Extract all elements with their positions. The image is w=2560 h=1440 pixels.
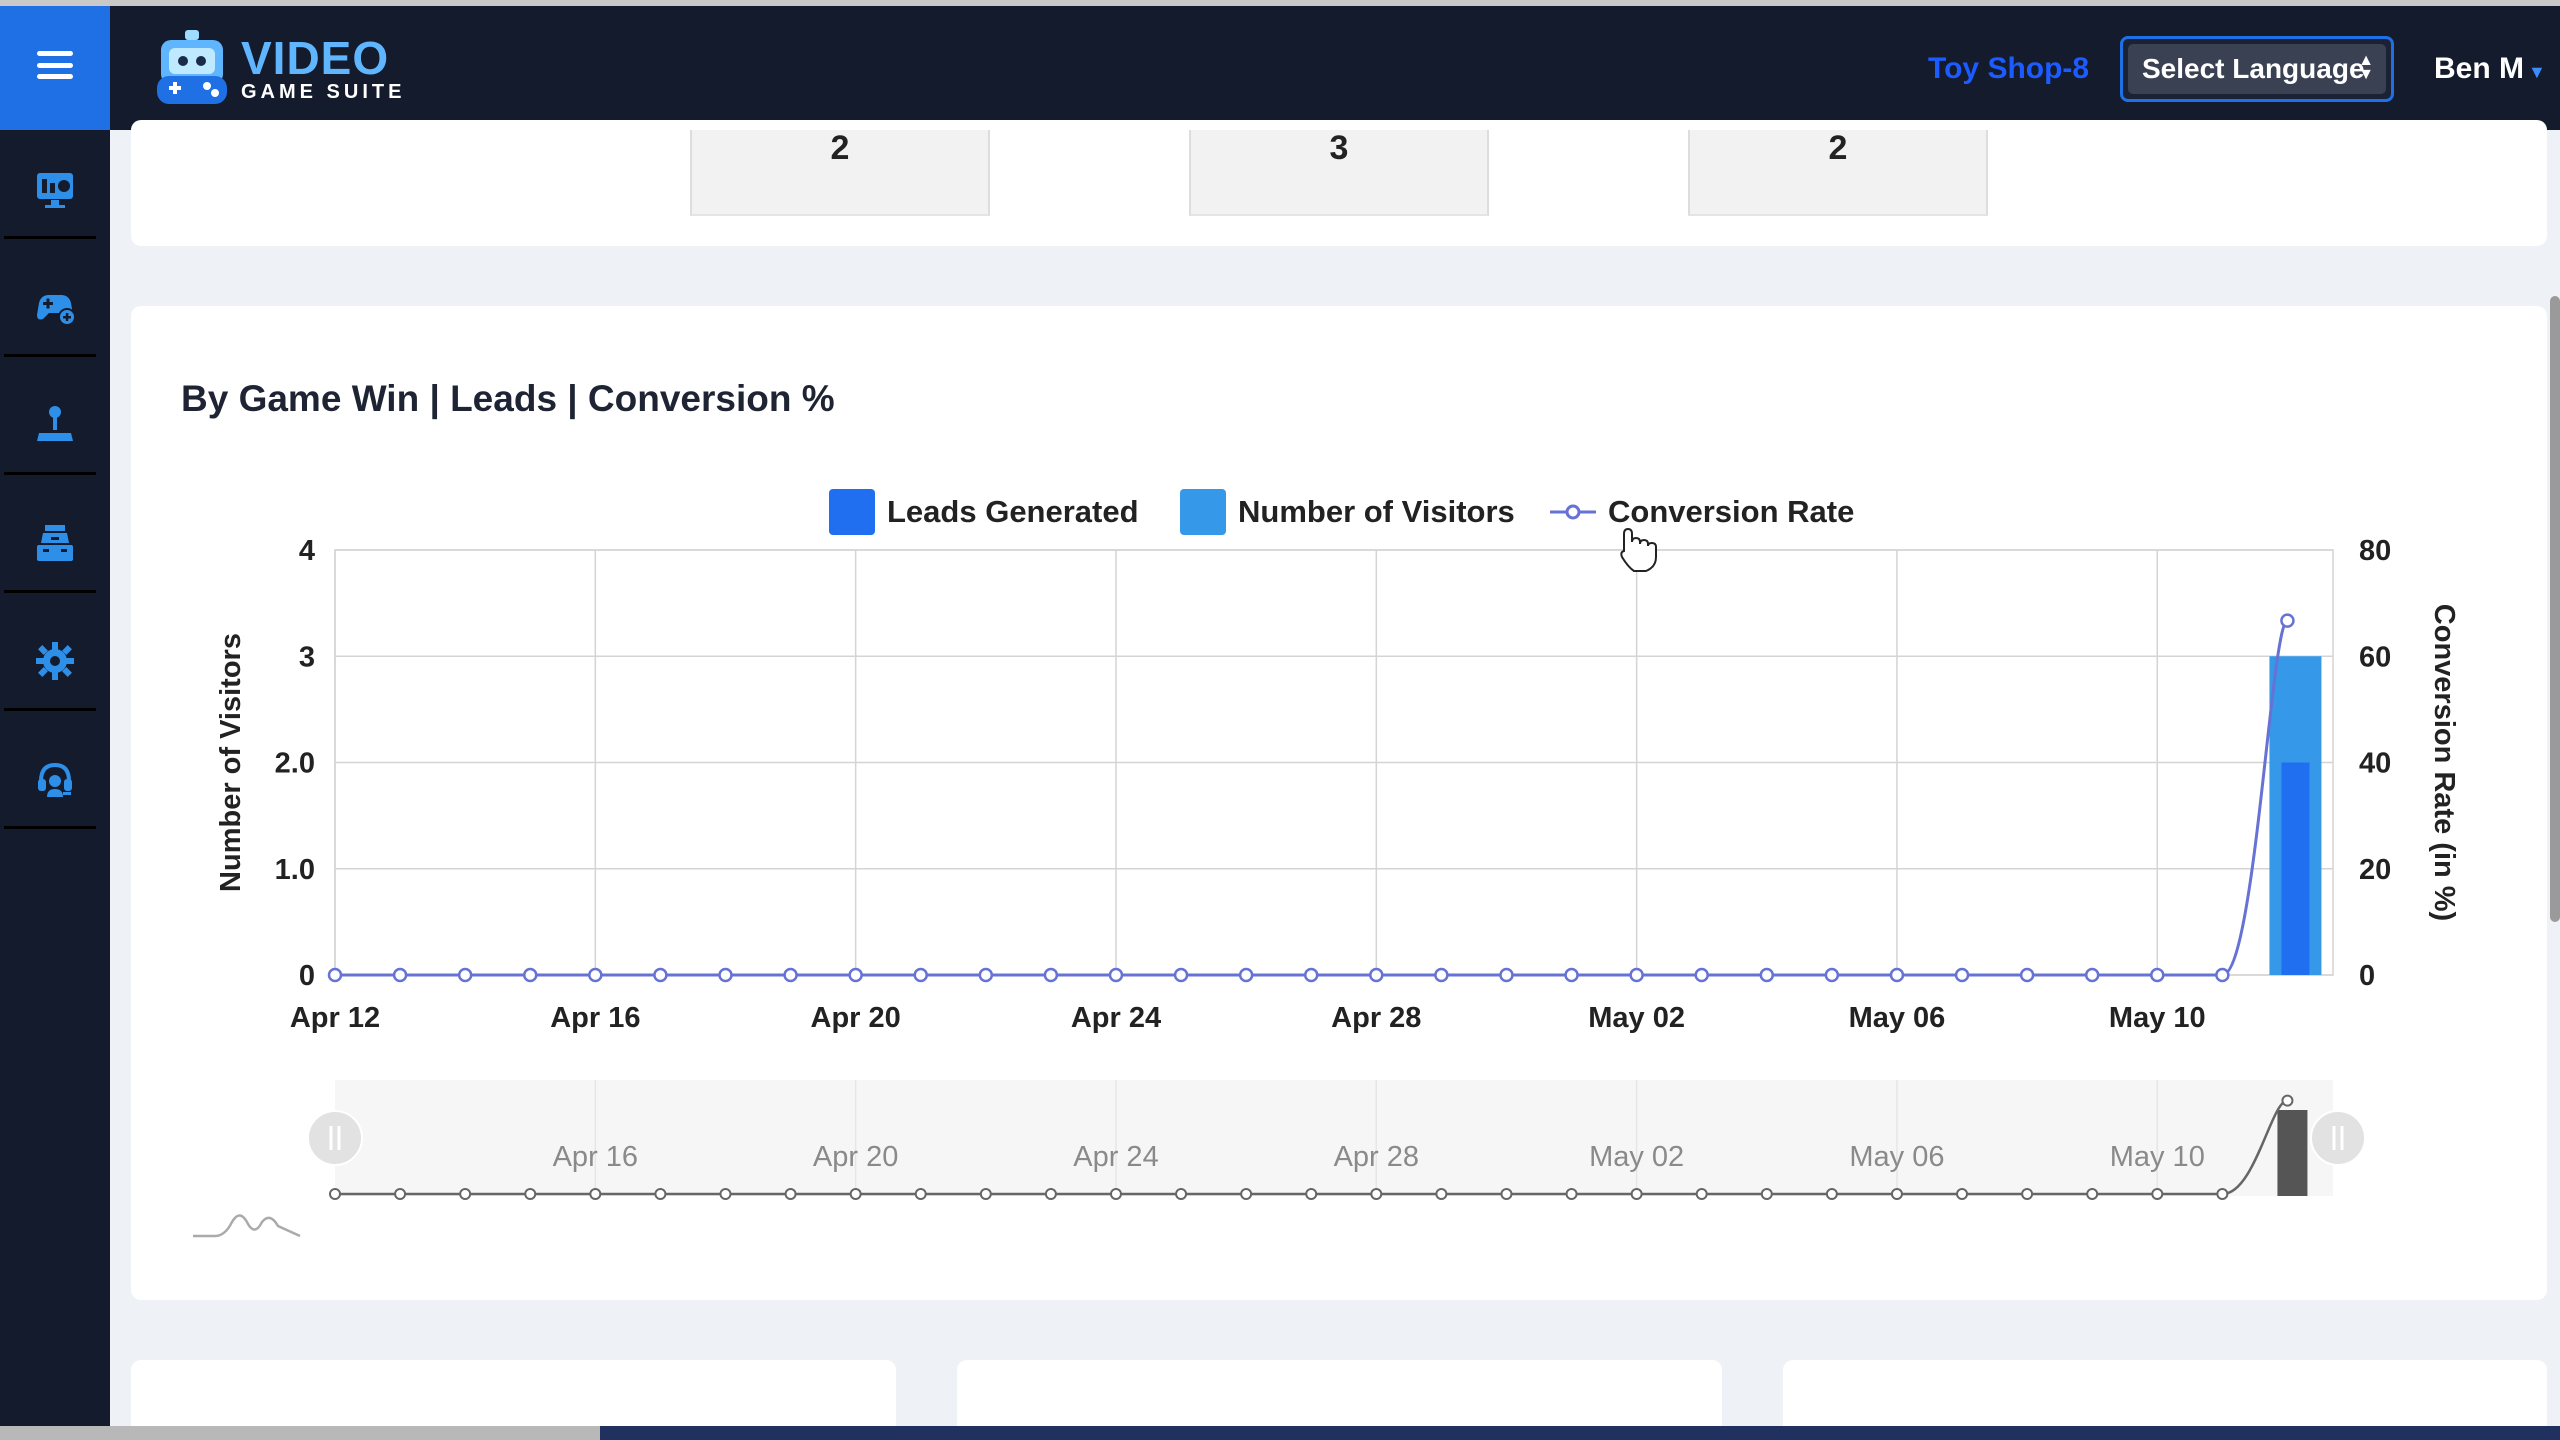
- conversion-point[interactable]: [2215, 967, 2230, 983]
- sidebar-item-settings[interactable]: [0, 602, 110, 720]
- conversion-point[interactable]: [392, 967, 408, 983]
- conversion-point[interactable]: [2150, 967, 2165, 983]
- conversion-point[interactable]: [1173, 967, 1189, 983]
- conversion-point[interactable]: [1499, 967, 1514, 983]
- legend-label-leads: Leads Generated: [887, 494, 1139, 529]
- legend-label-visitors: Number of Visitors: [1238, 494, 1515, 529]
- conversion-point[interactable]: [2019, 967, 2035, 983]
- legend-number-of-visitors[interactable]: Number of Visitors: [1180, 488, 1515, 536]
- conversion-point[interactable]: [522, 967, 538, 983]
- logo-subtitle: GAME SUITE: [241, 81, 406, 103]
- hamburger-icon: [37, 51, 73, 79]
- sidebar-separator: [4, 472, 96, 475]
- legend-conversion-rate[interactable]: Conversion Rate: [1548, 488, 1854, 536]
- conversion-point[interactable]: [913, 967, 928, 983]
- stat-value-3: 2: [1688, 130, 1988, 216]
- legend-swatch-visitors: [1180, 489, 1226, 535]
- app-logo[interactable]: VIDEO GAME SUITE: [155, 28, 405, 110]
- conversion-point[interactable]: [1694, 967, 1709, 983]
- chart-card: [131, 306, 2547, 1300]
- legend-label-conversion: Conversion Rate: [1608, 494, 1855, 529]
- gamepad-add-icon: [37, 295, 76, 326]
- menu-toggle-button[interactable]: [0, 0, 110, 130]
- conversion-point[interactable]: [848, 967, 863, 983]
- conversion-point[interactable]: [1108, 967, 1124, 983]
- top-header: VIDEO GAME SUITE Toy Shop-8 Select Langu…: [0, 0, 2560, 130]
- conversion-point[interactable]: [588, 967, 603, 983]
- sidebar-separator: [4, 826, 96, 829]
- sidebar-separator: [4, 354, 96, 357]
- desktop-strip: [0, 1426, 2560, 1440]
- sidebar-item-support[interactable]: [0, 720, 110, 838]
- chart-title: By Game Win | Leads | Conversion %: [181, 378, 835, 419]
- shop-name-link[interactable]: Toy Shop-8: [1928, 52, 2089, 86]
- conversion-point[interactable]: [1954, 967, 1970, 983]
- conversion-point[interactable]: [718, 967, 733, 983]
- conversion-point[interactable]: [1824, 967, 1840, 983]
- window-top-edge: [0, 0, 2560, 6]
- stat-value-1: 2: [690, 130, 990, 216]
- legend-leads-generated[interactable]: Leads Generated: [829, 488, 1139, 536]
- joystick-icon: [37, 406, 73, 441]
- sidebar: [0, 130, 110, 1440]
- conversion-point[interactable]: [1043, 967, 1059, 983]
- conversion-point[interactable]: [1759, 967, 1775, 983]
- navigator-left-handle[interactable]: [307, 1110, 363, 1166]
- game-robot-logo-icon: [155, 28, 229, 110]
- sidebar-item-add-game[interactable]: [0, 248, 110, 366]
- legend-line-marker-icon: [1550, 504, 1596, 520]
- user-menu[interactable]: Ben M ▼: [2434, 52, 2546, 86]
- conversion-point[interactable]: [1369, 967, 1384, 983]
- sidebar-separator: [4, 708, 96, 711]
- stat-value-2: 3: [1189, 130, 1489, 216]
- legend-swatch-leads: [829, 489, 875, 535]
- sidebar-item-games[interactable]: [0, 366, 110, 484]
- bar-leads-generated[interactable]: [2281, 762, 2310, 976]
- gear-icon: [36, 642, 74, 680]
- sidebar-item-arcade[interactable]: [0, 484, 110, 602]
- headset-support-icon: [38, 762, 72, 797]
- conversion-point[interactable]: [1238, 967, 1254, 983]
- caret-down-icon: ▼: [2528, 62, 2546, 82]
- conversion-point[interactable]: [978, 967, 994, 983]
- conversion-point[interactable]: [783, 967, 798, 983]
- logo-title: VIDEO: [241, 32, 390, 84]
- conversion-point[interactable]: [653, 967, 668, 983]
- arcade-machine-icon: [37, 525, 73, 561]
- conversion-point[interactable]: [2280, 613, 2295, 628]
- conversion-point[interactable]: [2084, 967, 2100, 983]
- monitor-chart-icon: [37, 173, 73, 208]
- sidebar-item-dashboard[interactable]: [0, 130, 110, 248]
- conversion-point[interactable]: [1889, 967, 1905, 983]
- language-select[interactable]: Select Language ▲ ▼: [2120, 36, 2394, 102]
- sidebar-separator: [4, 590, 96, 593]
- user-name: Ben M: [2434, 52, 2524, 85]
- select-arrows-icon: ▲ ▼: [2358, 52, 2374, 83]
- sidebar-separator: [4, 236, 96, 239]
- conversion-point[interactable]: [1303, 967, 1319, 983]
- conversion-point[interactable]: [457, 967, 473, 983]
- language-select-label: Select Language: [2142, 53, 2365, 84]
- conversion-point[interactable]: [327, 967, 343, 983]
- navigator-right-handle[interactable]: [2310, 1110, 2366, 1166]
- page-scrollbar[interactable]: [2550, 296, 2560, 922]
- conversion-point[interactable]: [1434, 967, 1449, 983]
- conversion-point[interactable]: [1629, 967, 1644, 983]
- conversion-point[interactable]: [1564, 967, 1579, 983]
